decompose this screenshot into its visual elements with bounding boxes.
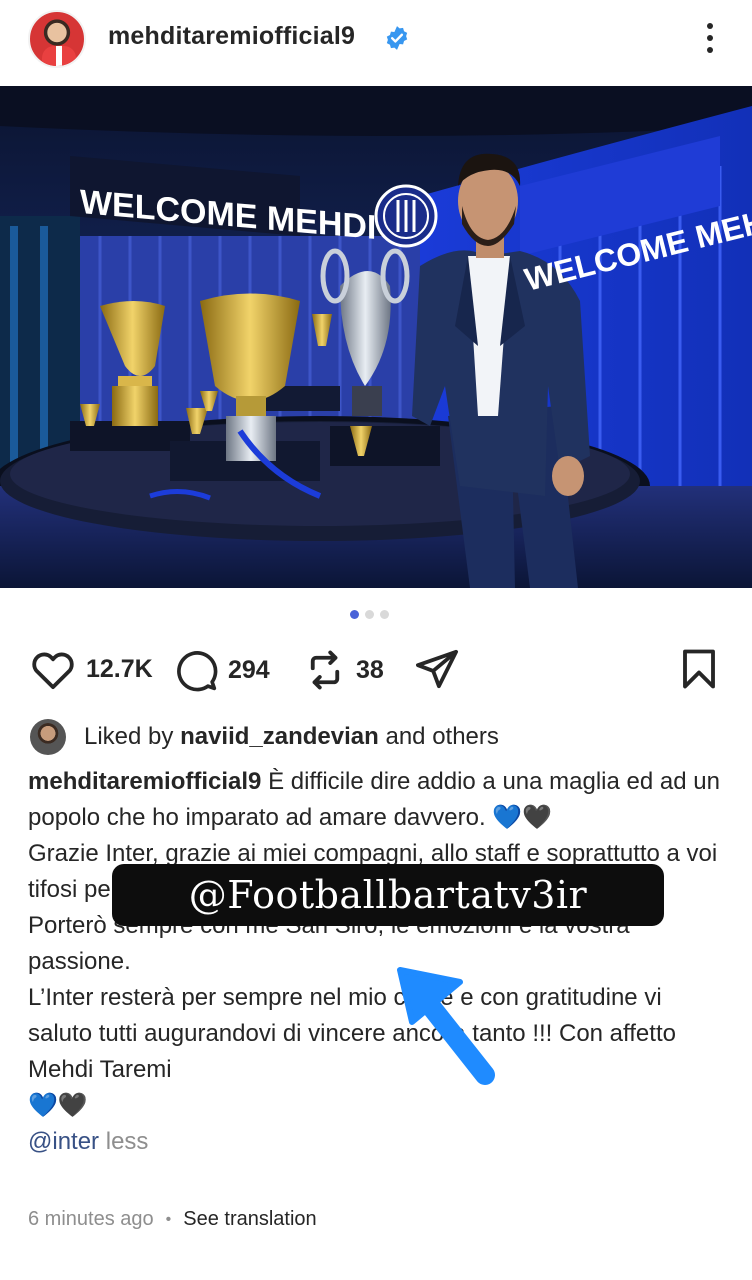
action-bar: 12.7K 294 38 bbox=[0, 640, 752, 700]
like-count: 12.7K bbox=[86, 654, 153, 683]
repost-button[interactable]: 38 bbox=[304, 648, 384, 692]
more-vertical-icon[interactable] bbox=[700, 20, 720, 56]
watermark-label: @Footballbartatv3ir bbox=[112, 864, 664, 926]
mention-link[interactable]: @inter bbox=[28, 1128, 99, 1155]
comment-button[interactable]: 294 bbox=[174, 648, 270, 692]
share-button[interactable] bbox=[414, 648, 460, 690]
post-header: mehditaremiofficial9 bbox=[0, 0, 752, 86]
post-photo[interactable]: WELCOME MEHDI WELCOME MEHDI bbox=[0, 86, 752, 588]
more-dot bbox=[707, 35, 713, 41]
see-translation-link[interactable]: See translation bbox=[183, 1208, 316, 1231]
more-dot bbox=[707, 23, 713, 29]
liked-by-prefix: Liked by bbox=[84, 723, 181, 750]
avatar-shirt-stripe bbox=[56, 46, 62, 66]
less-link[interactable]: less bbox=[106, 1128, 149, 1155]
post-username[interactable]: mehditaremiofficial9 bbox=[108, 22, 355, 51]
like-button[interactable]: 12.7K bbox=[30, 648, 153, 690]
more-dot bbox=[707, 47, 713, 53]
comment-icon bbox=[177, 651, 218, 692]
caption-paragraph-1: mehditaremiofficial9 È difficile dire ad… bbox=[28, 764, 728, 836]
pointer-arrow-icon bbox=[397, 967, 495, 1085]
post-photo-illustration: WELCOME MEHDI WELCOME MEHDI bbox=[0, 86, 752, 588]
caption-line-5: 💙🖤 bbox=[28, 1092, 88, 1119]
heart-icon bbox=[32, 652, 74, 690]
share-icon bbox=[415, 649, 458, 689]
bookmark-icon bbox=[683, 649, 715, 689]
carousel-indicator bbox=[350, 610, 389, 619]
liked-by-text: Liked by naviid_zandevian and others bbox=[84, 723, 499, 751]
repost-count: 38 bbox=[356, 655, 384, 684]
liked-by-avatar bbox=[30, 719, 66, 755]
comment-count: 294 bbox=[228, 655, 270, 684]
post-caption: mehditaremiofficial9 È difficile dire ad… bbox=[28, 764, 728, 1160]
caption-line-4: L’Inter resterà per sempre nel mio cuore… bbox=[28, 984, 676, 1083]
liked-by-row[interactable]: Liked by naviid_zandevian and others bbox=[30, 718, 499, 756]
caption-username[interactable]: mehditaremiofficial9 bbox=[28, 768, 261, 795]
carousel-dot bbox=[365, 610, 374, 619]
post-meta: 6 minutes ago • See translation bbox=[28, 1208, 317, 1231]
verified-badge-icon bbox=[386, 26, 408, 50]
save-button[interactable] bbox=[680, 648, 718, 695]
profile-avatar[interactable] bbox=[28, 10, 86, 68]
carousel-dot bbox=[380, 610, 389, 619]
caption-footer: @inter less bbox=[28, 1124, 728, 1160]
liked-by-user[interactable]: naviid_zandevian bbox=[180, 723, 379, 750]
liked-by-suffix: and others bbox=[378, 723, 499, 750]
repost-icon bbox=[310, 650, 340, 690]
post-timestamp: 6 minutes ago bbox=[28, 1208, 154, 1230]
meta-separator: • bbox=[165, 1210, 172, 1228]
carousel-dot-active bbox=[350, 610, 359, 619]
